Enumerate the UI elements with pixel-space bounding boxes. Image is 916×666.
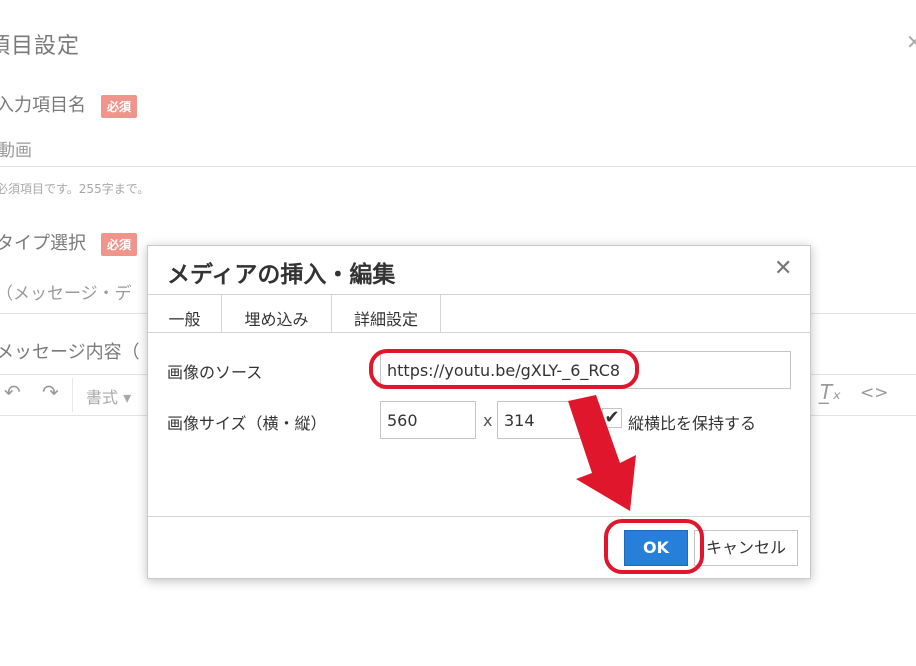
dialog-header: メディアの挿入・編集 ✕ — [148, 246, 810, 295]
divider — [0, 166, 916, 167]
size-label: 画像サイズ（横・縦） — [167, 414, 327, 433]
close-icon[interactable]: ✕ — [906, 30, 916, 54]
cancel-button[interactable]: キャンセル — [694, 530, 798, 566]
required-badge: 必須 — [101, 233, 138, 256]
format-label: 書式 — [86, 388, 119, 407]
constrain-label: 縦横比を保持する — [628, 414, 757, 433]
ok-button[interactable]: OK — [624, 530, 688, 566]
page: 項目設定 ✕ 入力項目名 必須 動画 必須項目です。255字まで。 タイプ選択 … — [0, 0, 916, 666]
undo-icon[interactable]: ↶ — [4, 380, 21, 404]
check-icon: ✔ — [604, 407, 620, 428]
toolbar-separator — [72, 378, 73, 412]
tab-general[interactable]: 一般 — [148, 295, 222, 333]
field-label-type: タイプ選択 — [0, 233, 86, 254]
format-dropdown[interactable]: 書式 ▾ — [86, 384, 131, 408]
form-title: 項目設定 — [0, 34, 81, 59]
source-code-icon[interactable]: <> — [860, 383, 889, 403]
dialog-tabs: 一般 埋め込み 詳細設定 — [148, 295, 810, 333]
tab-divider — [148, 332, 810, 333]
tab-advanced[interactable]: 詳細設定 — [332, 295, 441, 333]
type-select[interactable]: （メッセージ・デ — [0, 279, 132, 304]
help-text: 必須項目です。255字まで。 — [0, 182, 150, 196]
field-label-name: 入力項目名 — [0, 95, 86, 116]
tab-embed[interactable]: 埋め込み — [222, 295, 332, 333]
constrain-checkbox[interactable]: ✔ — [602, 408, 622, 428]
field-label-message: メッセージ内容（ — [0, 342, 140, 363]
name-input[interactable]: 動画 — [0, 136, 32, 161]
redo-icon[interactable]: ↷ — [42, 380, 59, 404]
media-dialog: メディアの挿入・編集 ✕ 一般 埋め込み 詳細設定 画像のソース 画像サイズ（横… — [147, 245, 811, 579]
dialog-title: メディアの挿入・編集 — [167, 262, 396, 288]
source-label: 画像のソース — [167, 363, 263, 382]
required-badge: 必須 — [101, 95, 138, 118]
footer-divider — [148, 516, 810, 517]
source-input[interactable] — [380, 351, 791, 389]
close-icon[interactable]: ✕ — [774, 256, 792, 281]
clear-format-icon[interactable]: T̲ₓ — [820, 380, 841, 404]
height-input[interactable] — [497, 401, 593, 439]
width-input[interactable] — [380, 401, 476, 439]
size-separator: x — [483, 411, 493, 430]
